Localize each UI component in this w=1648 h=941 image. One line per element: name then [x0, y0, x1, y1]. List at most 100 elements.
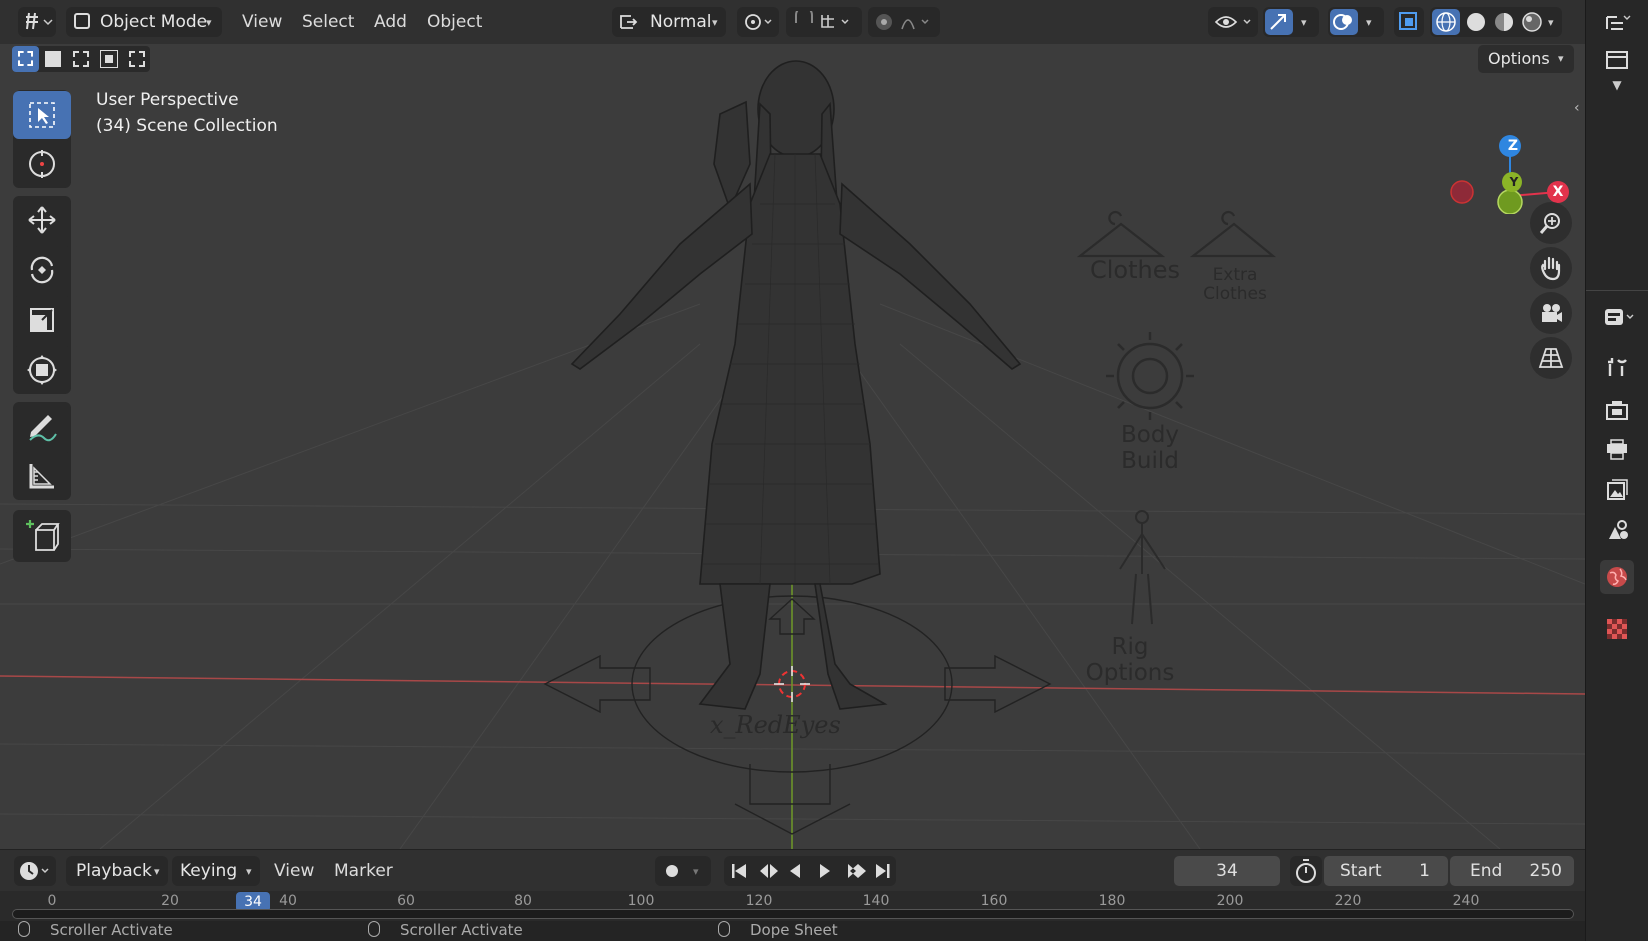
- playback-menu[interactable]: Playback ▾: [66, 856, 168, 886]
- camera-view-button[interactable]: [1530, 292, 1572, 334]
- rendered-sphere-icon[interactable]: [1518, 9, 1546, 35]
- scale-tool[interactable]: [13, 296, 71, 344]
- pivot-icon: [745, 14, 772, 30]
- tool-properties-tab[interactable]: [1600, 350, 1634, 384]
- status-hint: Scroller Activate: [50, 921, 173, 939]
- camera-icon: [1542, 304, 1562, 322]
- character-wireframe[interactable]: [570, 60, 1022, 710]
- frame-end-field[interactable]: End 250: [1450, 856, 1574, 886]
- view-layer-properties-tab[interactable]: [1600, 473, 1634, 507]
- select-new-button[interactable]: [12, 46, 39, 72]
- output-properties-tab[interactable]: [1600, 432, 1634, 466]
- pan-button[interactable]: [1530, 247, 1572, 289]
- rig-options-figure-icon: [1119, 510, 1166, 625]
- mode-dropdown[interactable]: Object Mode ▾: [66, 7, 222, 37]
- zoom-magnifier-icon: [1539, 213, 1560, 234]
- magnet-snap-icon: [795, 11, 849, 28]
- select-intersect-icon[interactable]: [129, 51, 145, 67]
- record-icon[interactable]: [666, 865, 678, 877]
- keying-menu[interactable]: Keying ▾: [172, 856, 260, 886]
- start-label: Start: [1340, 861, 1382, 881]
- sidebar-collapse-chevron-icon[interactable]: ‹: [1574, 100, 1580, 116]
- timeline-ruler[interactable]: 0 20 34 40 60 80 100 120 140 160 180 200…: [0, 891, 1585, 921]
- stopwatch-icon: [1296, 859, 1316, 883]
- zoom-button[interactable]: [1530, 202, 1572, 244]
- menu-add[interactable]: Add: [374, 7, 407, 37]
- extra-clothes-label[interactable]: Extra Clothes: [1195, 266, 1275, 304]
- pivot-point-dropdown[interactable]: [737, 7, 779, 37]
- ruler-tick: 20: [161, 893, 179, 909]
- 3d-viewport[interactable]: x_RedEyes Clothes Extra Clothes Body Bui…: [0, 44, 1585, 849]
- wireframe-shading-button[interactable]: [1432, 9, 1460, 35]
- viewport-scene: x_RedEyes: [0, 60, 1585, 849]
- auto-keying-group[interactable]: ▾: [655, 856, 711, 886]
- collapse-arrow-icon[interactable]: ▼: [1600, 74, 1634, 96]
- render-properties-tab[interactable]: [1600, 393, 1634, 427]
- neg-x-axis-icon[interactable]: [1450, 180, 1474, 204]
- playback-buttons-icons: [732, 864, 890, 878]
- rig-options-label[interactable]: Rig Options: [1080, 634, 1180, 686]
- projection-toggle-button[interactable]: [1530, 337, 1572, 379]
- annotate-tool[interactable]: [13, 402, 71, 450]
- outliner-editor-button[interactable]: [1600, 8, 1634, 42]
- menu-view[interactable]: View: [242, 7, 282, 37]
- hand-icon: [1541, 256, 1561, 281]
- properties-editor-button[interactable]: [1600, 300, 1640, 334]
- scene-properties-tab[interactable]: [1600, 513, 1634, 547]
- select-box-icon: [29, 102, 55, 128]
- select-invert-icon[interactable]: [100, 50, 118, 68]
- keying-label: Keying: [180, 861, 238, 881]
- proportional-editing-group[interactable]: [868, 7, 940, 37]
- measure-tool[interactable]: [13, 452, 71, 500]
- properties-editor-icon: [1605, 309, 1634, 325]
- material-sphere-icon[interactable]: [1490, 9, 1518, 35]
- gizmo-icon: [1270, 14, 1286, 30]
- chevron-down-icon: ▾: [246, 865, 252, 878]
- move-tool[interactable]: [13, 196, 71, 244]
- body-build-label[interactable]: Body Build: [1105, 422, 1195, 474]
- ruler-tick: 220: [1334, 893, 1362, 909]
- overlay-toggle-button[interactable]: [1330, 9, 1358, 35]
- select-subtract-icon[interactable]: [73, 51, 89, 67]
- options-dropdown[interactable]: Options ▾: [1478, 45, 1574, 73]
- current-frame-field[interactable]: 34: [1174, 856, 1280, 886]
- ruler-tick: 200: [1216, 893, 1244, 909]
- select-box-tool[interactable]: [13, 91, 71, 139]
- chevron-down-icon: ▾: [206, 16, 212, 29]
- snapping-group[interactable]: [786, 7, 862, 37]
- cursor-tool[interactable]: [13, 140, 71, 188]
- gizmo-toggle-group[interactable]: ▾: [1263, 7, 1319, 37]
- menu-select[interactable]: Select: [302, 7, 354, 37]
- frame-start-field[interactable]: Start 1: [1324, 856, 1448, 886]
- xray-toggle-button[interactable]: [1394, 7, 1424, 37]
- chevron-down-icon: ▾: [154, 865, 160, 878]
- visibility-dropdown[interactable]: [1208, 7, 1258, 37]
- status-hint: Scroller Activate: [400, 921, 523, 939]
- clothes-label[interactable]: Clothes: [1065, 256, 1205, 284]
- transform-tool[interactable]: [13, 346, 71, 394]
- add-cube-tool[interactable]: [13, 510, 71, 562]
- wireframe-sphere-icon: [1436, 12, 1456, 32]
- transform-orientation-dropdown[interactable]: Normal ▾: [612, 7, 726, 37]
- texture-properties-tab[interactable]: [1600, 612, 1634, 646]
- playback-timer-button[interactable]: [1290, 856, 1322, 886]
- timeline-marker-menu[interactable]: Marker: [334, 856, 393, 886]
- rotate-tool[interactable]: [13, 246, 71, 294]
- printer-icon: [1607, 439, 1627, 460]
- editor-type-button[interactable]: [18, 7, 56, 37]
- menu-object[interactable]: Object: [427, 7, 482, 37]
- world-properties-tab[interactable]: [1600, 560, 1634, 594]
- timeline-scrollbar[interactable]: [12, 909, 1574, 919]
- filter-button[interactable]: [1600, 42, 1634, 76]
- neg-y-axis-icon[interactable]: [1497, 189, 1523, 214]
- timeline-editor-type-button[interactable]: [14, 856, 56, 886]
- ruler-tick: 40: [279, 893, 297, 909]
- select-extend-icon[interactable]: [45, 51, 61, 67]
- extra-clothes-hanger-icon: [1189, 210, 1277, 258]
- gizmo-toggle-button[interactable]: [1265, 9, 1293, 35]
- overlay-toggle-group[interactable]: ▾: [1328, 7, 1384, 37]
- shading-mode-group[interactable]: ▾: [1430, 7, 1562, 37]
- pencil-icon: [29, 415, 57, 442]
- solid-sphere-icon[interactable]: [1462, 9, 1490, 35]
- timeline-view-menu[interactable]: View: [274, 856, 314, 886]
